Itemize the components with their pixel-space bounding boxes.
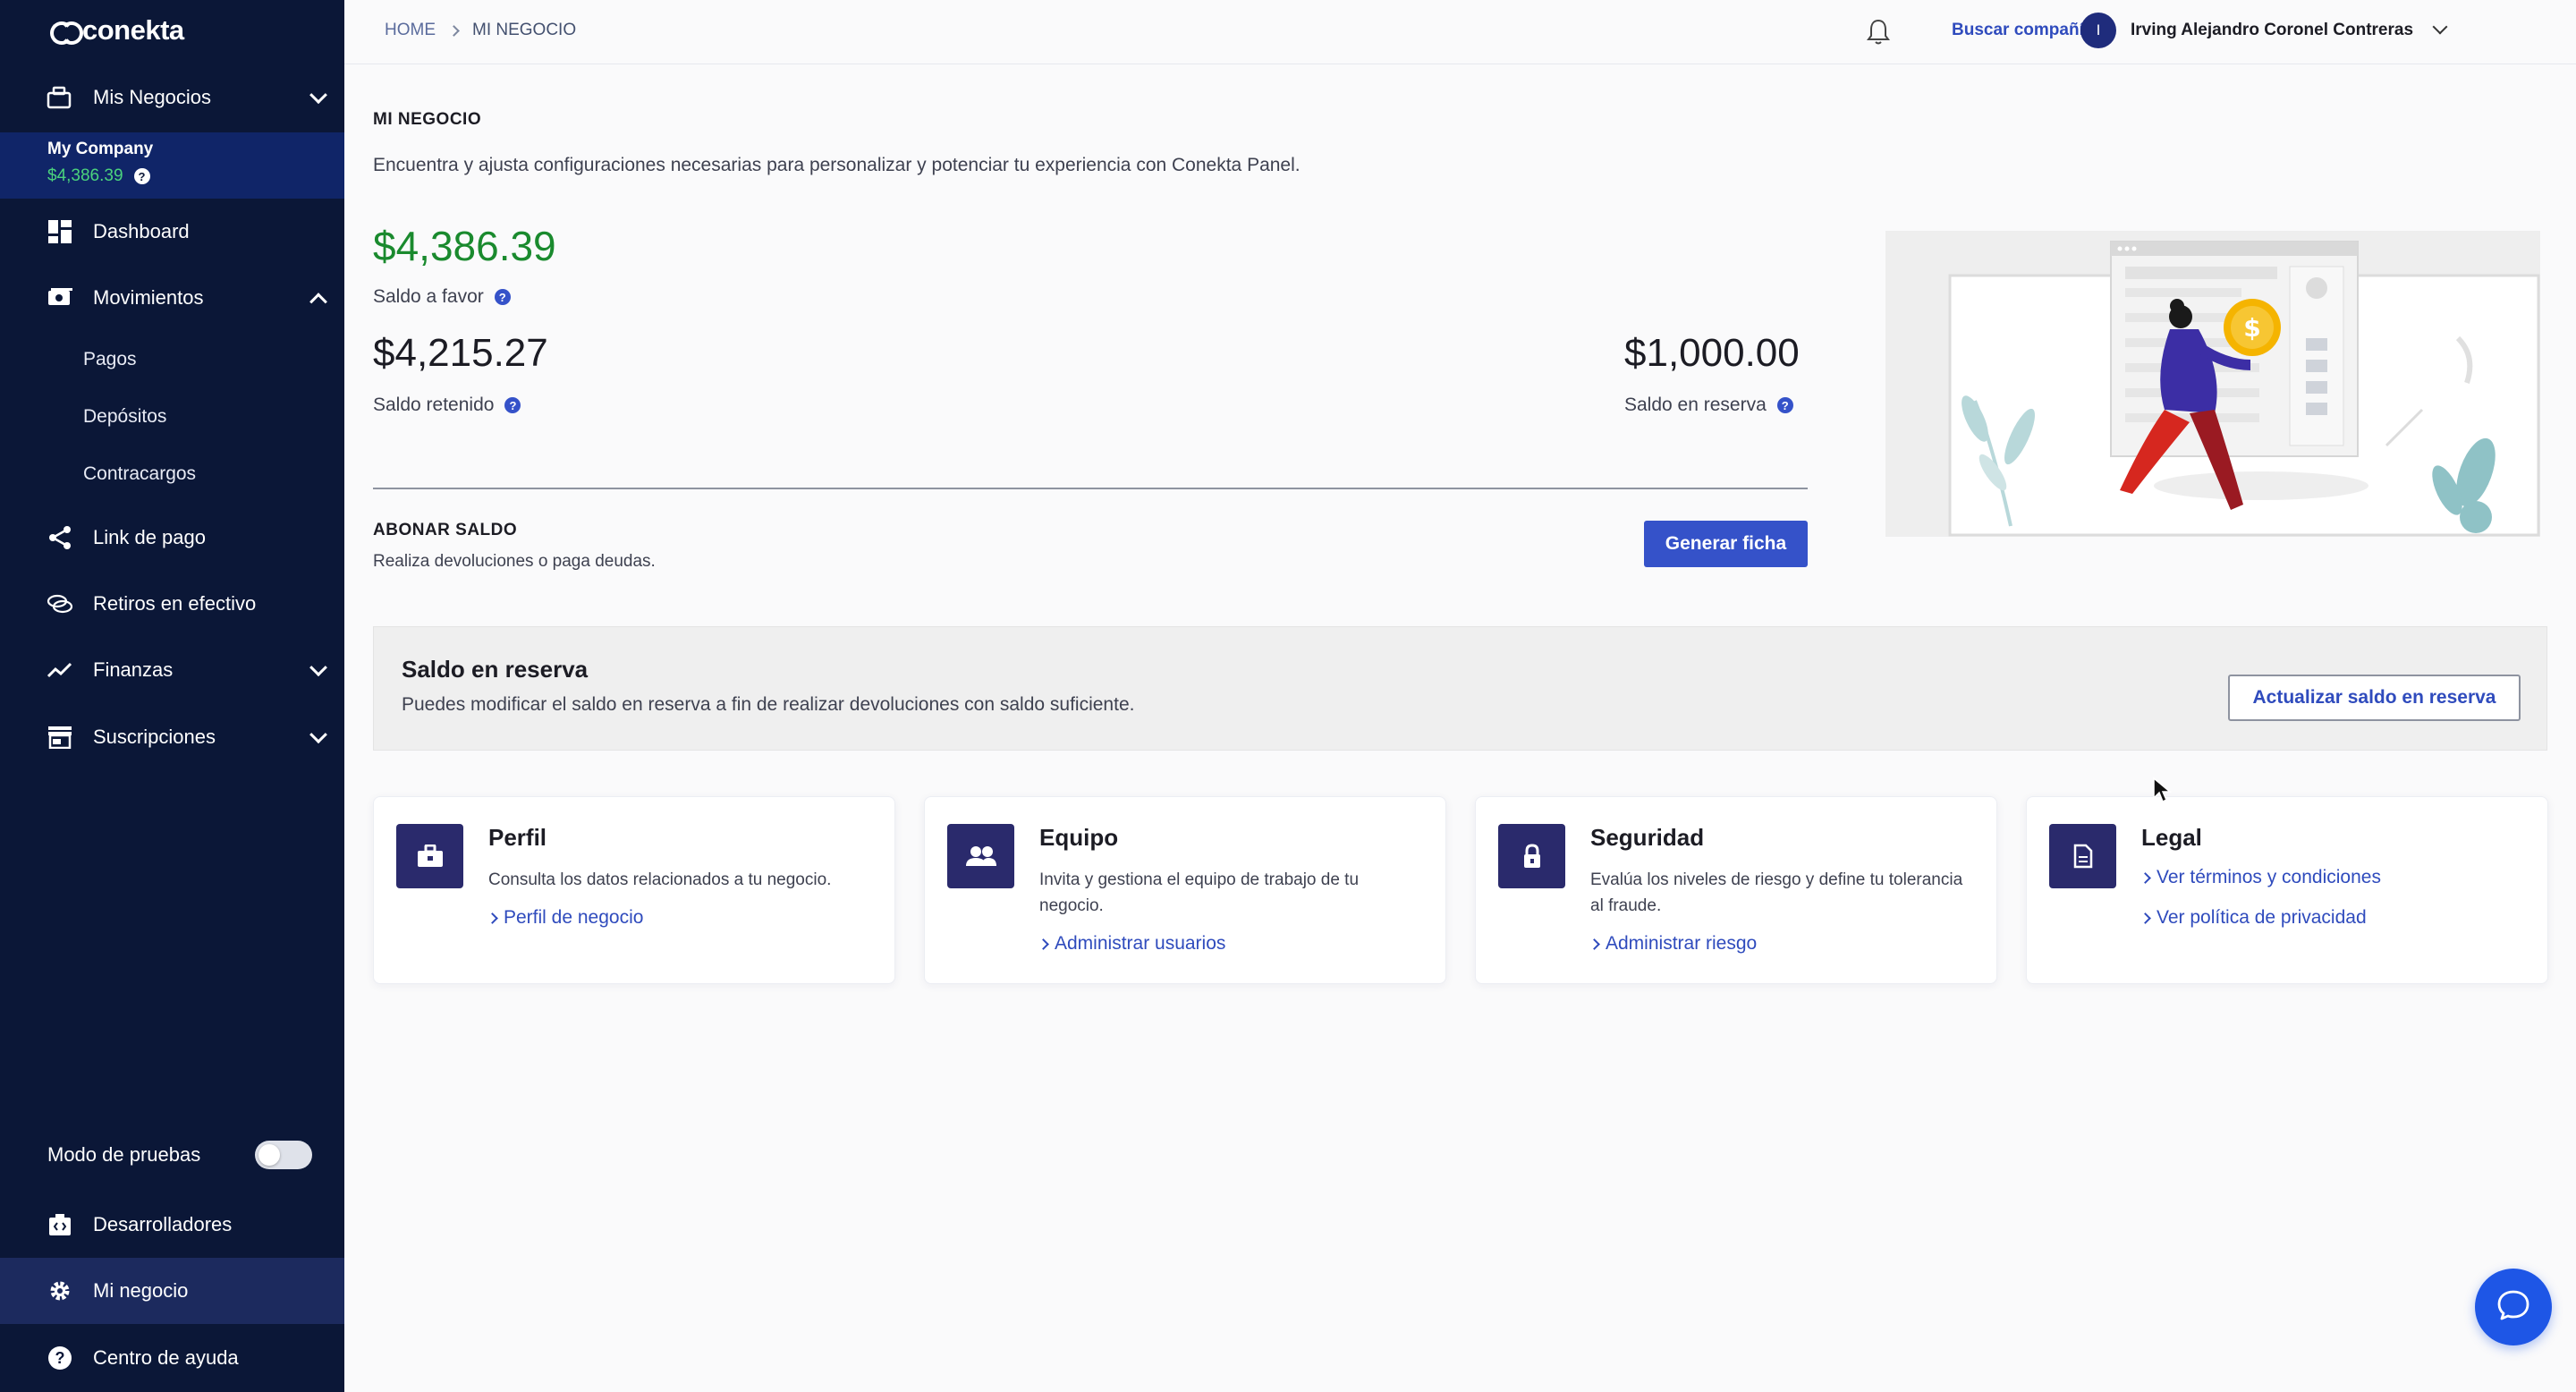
abonar-description: Realiza devoluciones o paga deudas.: [373, 552, 656, 571]
gear-icon: [47, 1277, 73, 1304]
breadcrumb-current: MI NEGOCIO: [472, 21, 577, 39]
card-title: Legal: [2141, 824, 2202, 851]
user-menu[interactable]: I Irving Alejandro Coronel Contreras: [2080, 13, 2448, 48]
chevron-down-icon: [309, 726, 327, 744]
money-icon: [47, 284, 73, 311]
sidebar-item-desarrolladores[interactable]: Desarrolladores: [0, 1192, 344, 1258]
divider: [373, 488, 1808, 489]
help-icon[interactable]: ?: [133, 168, 150, 184]
avatar: I: [2080, 13, 2116, 48]
lock-icon: [1498, 824, 1565, 888]
bell-icon[interactable]: [1865, 18, 1892, 47]
help-icon[interactable]: ?: [494, 289, 511, 305]
help-icon[interactable]: ?: [1776, 397, 1793, 413]
card-title: Seguridad: [1590, 824, 1705, 851]
chevron-right-icon: [2140, 871, 2151, 884]
sidebar-item-dashboard[interactable]: Dashboard: [0, 199, 344, 265]
chevron-right-icon: [1589, 938, 1600, 950]
chevron-right-icon: [1038, 938, 1049, 950]
card-description: Evalúa los niveles de riesgo y define tu…: [1590, 870, 1963, 915]
reserve-title: Saldo en reserva: [402, 656, 589, 683]
people-icon: [947, 824, 1014, 888]
card-equipo: Equipo Invita y gestiona el equipo de tr…: [924, 796, 1446, 984]
sidebar-item-suscripciones[interactable]: Suscripciones: [0, 704, 344, 770]
balance-reserva-label: Saldo en reserva ?: [1624, 395, 1793, 416]
sidebar-item-retiros-en-efectivo[interactable]: Retiros en efectivo: [0, 571, 344, 637]
svg-text:?: ?: [55, 1349, 65, 1367]
balance-retenido-amount: $4,215.27: [373, 331, 548, 375]
illustration: $: [1885, 231, 2540, 537]
administrar-usuarios-link[interactable]: Administrar usuarios: [1038, 933, 1225, 955]
svg-text:$: $: [2243, 313, 2260, 343]
card-description: Invita y gestiona el equipo de trabajo d…: [1039, 870, 1360, 915]
chevron-down-icon: [309, 86, 327, 105]
chevron-down-icon: [2432, 19, 2448, 35]
sidebar-subitem-pagos[interactable]: Pagos: [83, 349, 137, 370]
chat-icon: [2496, 1289, 2530, 1326]
cash-icon: [47, 590, 73, 617]
briefcase-icon: [396, 824, 463, 888]
sidebar-item-link-de-pago[interactable]: Link de pago: [0, 505, 344, 571]
balance-reserva-amount: $1,000.00: [1624, 331, 1800, 375]
sidebar-subitem-contracargos[interactable]: Contracargos: [83, 463, 196, 485]
generar-ficha-button[interactable]: Generar ficha: [1644, 521, 1808, 567]
page-title: MI NEGOCIO: [373, 110, 482, 129]
balance-retenido-label: Saldo retenido ?: [373, 395, 521, 416]
user-name: Irving Alejandro Coronel Contreras: [2131, 21, 2414, 39]
dashboard-icon: [47, 218, 73, 245]
chevron-right-icon: [448, 24, 460, 37]
test-mode-row: Modo de pruebas: [47, 1141, 312, 1169]
card-title: Equipo: [1039, 824, 1119, 851]
reserve-section: Saldo en reserva Puedes modificar el sal…: [373, 626, 2547, 751]
code-icon: [47, 1211, 73, 1238]
mouse-cursor-icon: [2152, 777, 2173, 808]
update-reserve-button[interactable]: Actualizar saldo en reserva: [2228, 675, 2521, 721]
card-description: Consulta los datos relacionados a tu neg…: [488, 870, 832, 889]
balance-favor-amount: $4,386.39: [373, 223, 556, 269]
briefcase-icon: [47, 84, 73, 111]
share-icon: [47, 524, 73, 551]
sidebar-item-movimientos[interactable]: Movimientos: [0, 265, 344, 331]
balance-favor-label: Saldo a favor ?: [373, 286, 511, 308]
administrar-riesgo-link[interactable]: Administrar riesgo: [1589, 933, 1757, 955]
company-name: My Company: [47, 140, 154, 158]
sidebar-item-mis-negocios[interactable]: Mis Negocios: [0, 64, 344, 131]
card-perfil: Perfil Consulta los datos relacionados a…: [373, 796, 895, 984]
privacidad-link[interactable]: Ver política de privacidad: [2140, 907, 2367, 929]
sidebar-item-centro-de-ayuda[interactable]: ? Centro de ayuda: [0, 1325, 344, 1391]
conekta-logo-icon: [50, 20, 83, 45]
breadcrumb-home[interactable]: HOME: [385, 21, 436, 40]
abonar-title: ABONAR SALDO: [373, 521, 518, 539]
help-icon[interactable]: ?: [504, 397, 521, 413]
reserve-description: Puedes modificar el saldo en reserva a f…: [402, 694, 1135, 715]
breadcrumb: HOME MI NEGOCIO: [385, 21, 576, 40]
chevron-right-icon: [2140, 912, 2151, 924]
company-balance: $4,386.39: [47, 166, 123, 185]
perfil-de-negocio-link[interactable]: Perfil de negocio: [487, 907, 643, 929]
chat-button[interactable]: [2475, 1269, 2552, 1345]
sidebar: conekta Mis Negocios My Company $4,386.3…: [0, 0, 344, 1392]
trend-icon: [47, 657, 73, 683]
chevron-right-icon: [487, 912, 498, 924]
document-icon: [2049, 824, 2116, 888]
sidebar-subitem-depositos[interactable]: Depósitos: [83, 406, 166, 428]
topbar: HOME MI NEGOCIO Buscar compañía I Irving…: [344, 0, 2576, 64]
chevron-down-icon: [309, 658, 327, 677]
test-mode-label: Modo de pruebas: [47, 1143, 201, 1166]
help-icon: ?: [47, 1345, 73, 1371]
conekta-logo[interactable]: conekta: [50, 14, 184, 47]
card-title: Perfil: [488, 824, 547, 851]
company-selector[interactable]: My Company $4,386.39 ?: [0, 132, 344, 199]
sidebar-item-finanzas[interactable]: Finanzas: [0, 637, 344, 703]
terminos-link[interactable]: Ver términos y condiciones: [2140, 867, 2381, 888]
chevron-up-icon: [309, 293, 327, 311]
search-company-link[interactable]: Buscar compañía: [1952, 21, 2093, 40]
card-seguridad: Seguridad Evalúa los niveles de riesgo y…: [1475, 796, 1997, 984]
store-icon: [47, 724, 73, 751]
test-mode-toggle[interactable]: [255, 1141, 312, 1169]
page-description: Encuentra y ajusta configuraciones neces…: [373, 155, 1301, 175]
sidebar-item-mi-negocio[interactable]: Mi negocio: [0, 1258, 344, 1324]
card-legal: Legal Ver términos y condiciones Ver pol…: [2026, 796, 2548, 984]
